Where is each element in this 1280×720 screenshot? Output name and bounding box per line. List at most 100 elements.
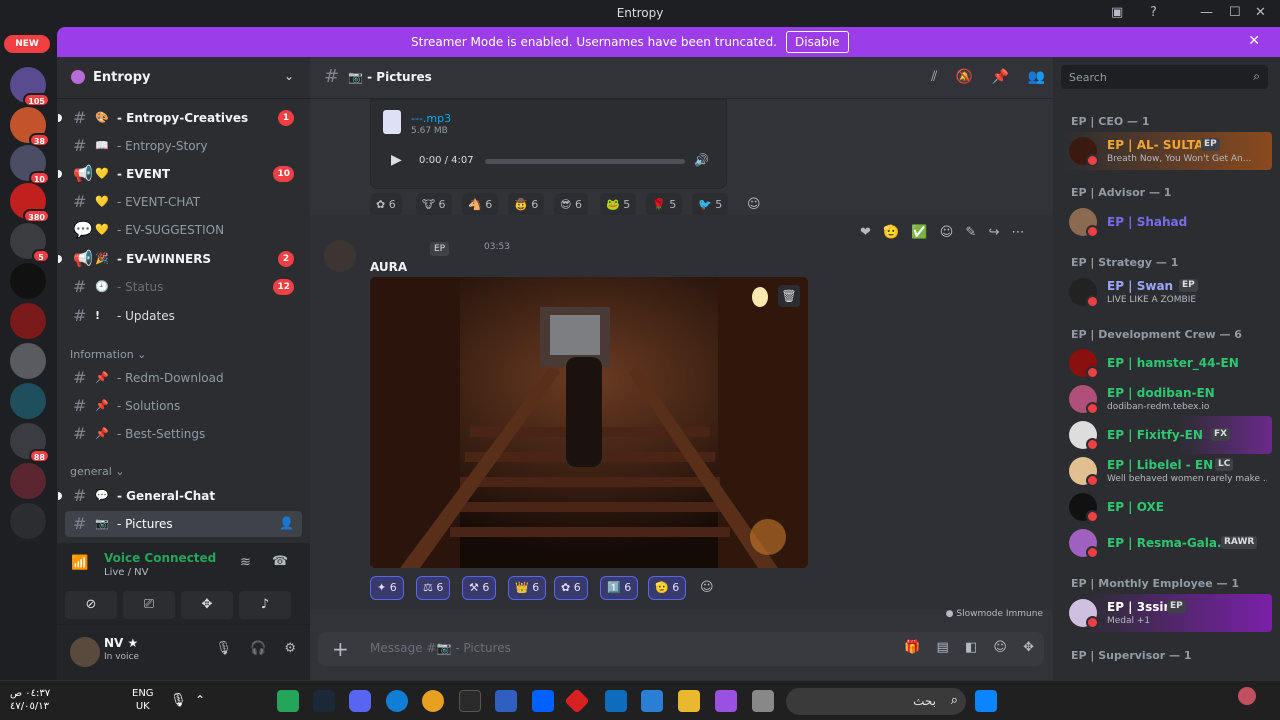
reaction[interactable]: 🐦 5 [692, 193, 729, 217]
edge-icon[interactable] [386, 690, 408, 712]
member-item[interactable]: EP | AL- SULTAN EP Breath Now, You Won't… [1061, 132, 1272, 170]
check-reaction-icon[interactable]: ✅ [911, 225, 927, 240]
channel-redm-download[interactable]: # 📌 - Redm-Download [65, 365, 302, 391]
emoji-icon[interactable]: ☺ [993, 640, 1007, 655]
new-badge[interactable]: NEW [4, 35, 50, 53]
app-icon[interactable] [495, 690, 517, 712]
member-item[interactable]: EP | 3ssiri EP Medal +1 [1061, 594, 1272, 632]
image-attachment[interactable]: 🗑 [370, 277, 808, 568]
discord-icon[interactable] [349, 690, 371, 712]
camera-off-button[interactable]: ⊘ [65, 591, 117, 619]
channel-entropy-creatives[interactable]: # 🎨 - Entropy-Creatives 1 [58, 105, 302, 131]
disconnect-icon[interactable]: ☎ [272, 554, 288, 569]
add-reaction-icon[interactable]: ☺ [700, 580, 714, 595]
member-item[interactable]: EP | Resma-Gala... RAWR [1061, 524, 1272, 562]
minimize-button[interactable]: — [1200, 5, 1213, 20]
reaction[interactable]: 1️⃣ 6 [600, 576, 639, 600]
category-information[interactable]: Information ⌄ [70, 348, 146, 361]
channel-ev-winners[interactable]: 📢 🎉 - EV-WINNERS 2 [58, 246, 302, 272]
notification-icon[interactable] [1238, 687, 1256, 705]
member-item[interactable]: EP | Swan EP LIVE LIKE A ZOMBIE [1061, 273, 1272, 311]
folder-icon[interactable] [678, 690, 700, 712]
add-member-icon[interactable]: 👤 [279, 516, 294, 530]
reaction[interactable]: ⚖ 6 [416, 576, 451, 600]
signal-icon[interactable]: 📶 [71, 555, 88, 571]
system-clock[interactable]: ٠٤:٣٧ ص ٤٧/٠٥/١٣ [10, 687, 50, 713]
voice-status[interactable]: Voice Connected [104, 551, 216, 565]
pin-icon[interactable]: 📌 [992, 69, 1009, 85]
copilot-icon[interactable] [715, 690, 737, 712]
store-icon[interactable] [641, 690, 663, 712]
gift-icon[interactable]: 🎁 [904, 640, 920, 655]
server-icon[interactable] [10, 263, 46, 299]
soundboard-button[interactable]: ♪ [239, 591, 291, 619]
close-banner-icon[interactable]: ✕ [1248, 33, 1260, 49]
channel-updates[interactable]: # ! - Updates [65, 303, 302, 329]
sticker-icon[interactable]: ◧ [965, 640, 977, 655]
channel-event-chat[interactable]: # 💛 - EVENT-CHAT [65, 189, 302, 215]
member-item[interactable]: EP | Fixitfy-EN FX [1061, 416, 1272, 454]
reaction[interactable]: 😎 6 [554, 193, 588, 217]
outlook-icon[interactable] [605, 690, 627, 712]
plus-icon[interactable]: + [332, 637, 349, 661]
avatar[interactable] [324, 240, 356, 272]
threads-icon[interactable]: ⫽ [931, 69, 937, 85]
server-icon[interactable] [10, 343, 46, 379]
heart-reaction-icon[interactable]: ❤ [860, 225, 871, 240]
taskbar-search[interactable]: بحث ⌕ [786, 688, 966, 715]
reaction[interactable]: 🫡 6 [648, 576, 687, 600]
server-icon[interactable]: 10 [10, 145, 50, 185]
epic-games-icon[interactable] [459, 690, 481, 712]
member-item[interactable]: EP | hamster_44-EN [1061, 344, 1272, 382]
chevron-down-icon[interactable]: ⌄ [284, 69, 294, 83]
message-composer[interactable]: + Message #📷 - Pictures 🎁 ▤ ◧ ☺ ✥ [318, 632, 1044, 666]
server-icon[interactable]: 88 [10, 423, 50, 463]
noise-suppression-icon[interactable]: ≋ [240, 555, 251, 570]
audio-progress[interactable] [485, 159, 685, 164]
channel-status[interactable]: # 🕘 - Status 12 [65, 274, 302, 300]
avatar[interactable] [70, 637, 100, 667]
member-item[interactable]: EP | dodiban-EN dodiban-redm.tebex.io [1061, 380, 1272, 418]
audio-filename[interactable]: ---.mp3 [411, 112, 451, 125]
server-icon[interactable]: 5 [10, 223, 50, 263]
user-name[interactable]: NV ★ [104, 636, 138, 650]
channel-best-settings[interactable]: # 📌 - Best-Settings [65, 421, 302, 447]
channel-entropy-story[interactable]: # 📖 - Entropy-Story [65, 133, 302, 159]
server-icon[interactable]: 105 [10, 67, 50, 107]
activities-button[interactable]: ✥ [181, 591, 233, 619]
inbox-icon[interactable]: ▣ [1111, 5, 1123, 20]
member-item[interactable]: EP | OXE [1061, 488, 1272, 526]
dropbox-icon[interactable] [532, 690, 554, 712]
chevron-up-icon[interactable]: ⌃ [195, 693, 205, 707]
add-reaction-icon[interactable]: ☺ [747, 197, 761, 212]
server-icon[interactable] [10, 303, 46, 339]
app-icon[interactable] [752, 690, 774, 712]
reply-icon[interactable]: ↪ [988, 225, 999, 240]
more-icon[interactable]: ⋯ [1012, 225, 1025, 240]
channel-pictures[interactable]: # 📷 - Pictures 👤 [65, 511, 302, 537]
emoji-reaction-icon[interactable]: 🫡 [883, 225, 899, 240]
server-tag[interactable]: EP [430, 242, 450, 256]
server-icon[interactable] [10, 503, 46, 539]
voice-location[interactable]: Live / NV [104, 567, 148, 578]
channel-general-chat[interactable]: # 💬 - General-Chat [58, 483, 302, 509]
server-icon[interactable] [10, 383, 46, 419]
microphone-icon[interactable]: 🎙 [170, 693, 187, 708]
channel-solutions[interactable]: # 📌 - Solutions [65, 393, 302, 419]
help-icon[interactable]: ? [1150, 5, 1157, 20]
reaction[interactable]: 🐸 5 [600, 193, 637, 217]
reaction[interactable]: 🐮 6 [416, 193, 452, 217]
reaction[interactable]: 🌹 5 [646, 193, 683, 217]
screen-share-button[interactable]: ⎚ [123, 591, 175, 619]
member-item[interactable]: EP | Shahad [1061, 203, 1272, 241]
app-icon[interactable] [277, 690, 299, 712]
guild-header[interactable]: Entropy ⌄ [57, 57, 310, 99]
reaction[interactable]: ✦ 6 [370, 576, 404, 600]
windows-start-icon[interactable] [975, 690, 997, 712]
play-icon[interactable]: ▶ [391, 152, 402, 168]
server-icon[interactable] [10, 463, 46, 499]
steam-icon[interactable] [313, 690, 335, 712]
members-icon[interactable]: 👥 [1028, 69, 1045, 85]
reaction[interactable]: ✿ 6 [370, 193, 402, 217]
gear-icon[interactable]: ⚙ [284, 641, 296, 656]
